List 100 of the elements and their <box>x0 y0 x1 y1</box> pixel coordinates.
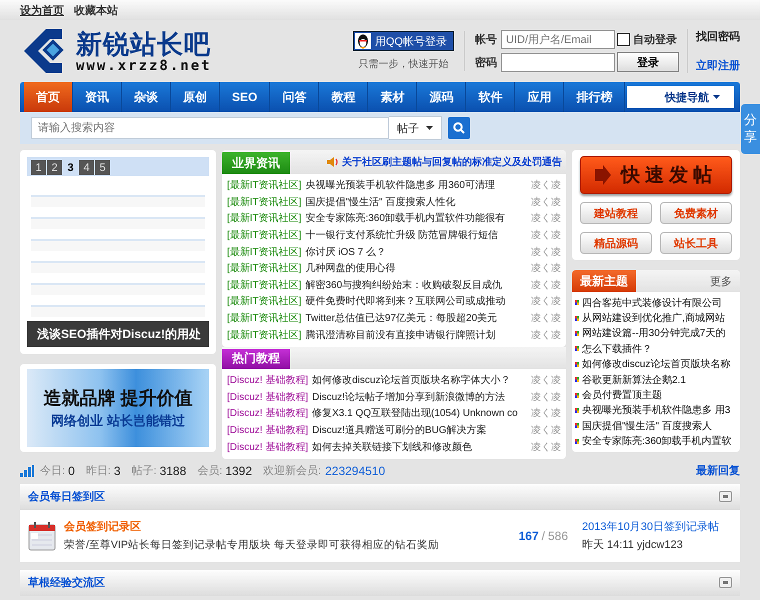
latest-topic-link[interactable]: 会员付费置顶主题 <box>582 388 662 402</box>
tutorial-title-link[interactable]: 修复X3.1 QQ互联登陆出现(1054) Unknown co <box>312 406 518 420</box>
news-title-link[interactable]: 安全专家陈亮:360卸载手机内置软件功能很有 <box>305 211 505 226</box>
latest-topic-link[interactable]: 四合客苑中式装修设计有限公司 <box>582 296 722 310</box>
new-member-link[interactable]: 223294510 <box>325 464 386 478</box>
news-time: 凌く凌 <box>530 178 561 192</box>
latest-topic-link[interactable]: 国庆提倡"慢生活" 百度搜索人 <box>582 418 712 433</box>
news-category-link[interactable]: [最新IT资讯社区] <box>227 328 302 342</box>
news-category-link[interactable]: [最新IT资讯社区] <box>227 211 302 226</box>
tutorial-time: 凌く凌 <box>530 374 561 388</box>
tutorial-title-link[interactable]: 如何修改discuz论坛首页版块名称字体大小？ <box>312 373 510 388</box>
tutorial-category-link[interactable]: [Discuz! 基础教程] <box>227 423 308 438</box>
bullet-icon <box>575 300 579 306</box>
news-time: 凌く凌 <box>530 212 561 226</box>
caret-icon <box>713 95 720 99</box>
news-title-link[interactable]: 几种网盘的使用心得 <box>305 261 396 276</box>
search-button[interactable] <box>448 117 470 139</box>
bullet-icon <box>575 408 579 413</box>
register-link[interactable]: 立即注册 <box>696 58 740 73</box>
latest-topic-link[interactable]: 怎么下载插件？ <box>582 342 652 356</box>
section-title-link[interactable]: 会员每日签到区 <box>28 489 105 504</box>
announcement-link[interactable]: 关于社区刷主题帖与回复帖的标准定义及处罚通告 <box>326 155 562 169</box>
section-title-link[interactable]: 草根经验交流区 <box>28 575 105 590</box>
tutorial-title-link[interactable]: 如何去掉关联链接下划线和修改颜色 <box>312 440 472 454</box>
latest-topic-link[interactable]: 如何修改discuz论坛首页版块名称 <box>582 357 730 372</box>
news-category-link[interactable]: [最新IT资讯社区] <box>227 178 302 192</box>
stat-label: 帖子: <box>132 464 157 478</box>
username-label: 帐号 <box>475 32 497 47</box>
news-category-link[interactable]: [最新IT资讯社区] <box>227 294 302 308</box>
board-name-link[interactable]: 会员签到记录区 <box>64 519 439 534</box>
tutorial-title-link[interactable]: Discuz!论坛帖子增加分享到新浪微博的方法 <box>312 390 505 404</box>
news-category-link[interactable]: [最新IT资讯社区] <box>227 194 302 209</box>
quick-link-button[interactable]: 精品源码 <box>580 232 652 254</box>
slide-page-tab[interactable]: 5 <box>95 160 110 175</box>
collapse-toggle[interactable] <box>719 577 732 588</box>
news-time: 凌く凌 <box>530 312 561 326</box>
latest-topic-link[interactable]: 谷歌更新新算法企鹅2.1 <box>582 372 686 387</box>
stat-label: 欢迎新会员: <box>263 464 322 478</box>
slide-page-tab[interactable]: 4 <box>79 160 94 175</box>
auto-login-label: 自动登录 <box>633 32 677 47</box>
nav-tab[interactable]: 首页 <box>24 82 73 112</box>
slide-page-tab[interactable]: 1 <box>31 160 46 175</box>
bullet-icon <box>575 377 579 382</box>
quick-nav-button[interactable]: 快捷导航 <box>627 86 734 108</box>
latest-topic-link[interactable]: 安全专家陈亮:360卸载手机内置软 <box>582 434 732 448</box>
news-category-link[interactable]: [最新IT资讯社区] <box>227 228 302 242</box>
search-icon <box>453 122 465 134</box>
news-title-link[interactable]: 十一银行支付系统忙升级 防范冒牌银行短信 <box>305 228 498 242</box>
tutorials-tab[interactable]: 热门教程 <box>222 348 290 369</box>
quick-link-button[interactable]: 免费素材 <box>660 202 732 224</box>
news-title-link[interactable]: 你讨厌 iOS 7 么？ <box>305 244 386 259</box>
penguin-icon <box>354 33 371 49</box>
latest-topic-link[interactable]: 网站建设篇--用30分钟完成7天的 <box>582 326 726 340</box>
news-time: 凌く凌 <box>530 262 561 276</box>
quick-link-button[interactable]: 站长工具 <box>660 232 732 254</box>
news-title-link[interactable]: 解密360与搜狗纠纷始末：收购破裂反目成仇 <box>305 278 502 292</box>
latest-topic-link[interactable]: 央视曝光预装手机软件隐患多 用3 <box>582 403 730 418</box>
forgot-password-link[interactable]: 找回密码 <box>696 29 740 44</box>
more-link[interactable]: 更多 <box>710 274 732 288</box>
latest-replies-link[interactable]: 最新回复 <box>696 463 740 478</box>
tutorial-category-link[interactable]: [Discuz! 基础教程] <box>227 373 308 388</box>
share-tab[interactable]: 分享 <box>741 104 760 154</box>
caret-icon <box>426 126 433 130</box>
top-link[interactable]: 设为首页 <box>20 2 64 18</box>
collapse-icon <box>723 581 728 584</box>
news-category-link[interactable]: [最新IT资讯社区] <box>227 244 302 259</box>
search-field[interactable]: 请输入搜索内容 <box>31 117 389 139</box>
news-title-link[interactable]: Twitter总估值已达97亿美元：每股超20美元 <box>305 311 498 326</box>
top-link[interactable]: 收藏本站 <box>74 2 118 18</box>
collapse-toggle[interactable] <box>719 491 732 502</box>
qq-login-button[interactable]: 用QQ帐号登录 <box>352 31 454 51</box>
news-title-link[interactable]: 腾讯澄清称目前没有直接申请银行牌照计划 <box>305 328 496 342</box>
news-category-link[interactable]: [最新IT资讯社区] <box>227 278 302 292</box>
board-counts: 167 / 586 <box>518 528 568 543</box>
news-time: 凌く凌 <box>530 196 561 209</box>
news-category-link[interactable]: [最新IT资讯社区] <box>227 311 302 326</box>
tutorial-category-link[interactable]: [Discuz! 基础教程] <box>227 406 308 420</box>
news-title-link[interactable]: 国庆提倡"慢生活" 百度搜索人性化 <box>305 194 456 209</box>
login-button[interactable]: 登录 <box>617 52 679 72</box>
slide-page-tab[interactable]: 3 <box>63 160 78 175</box>
last-post-link[interactable]: 2013年10月30日签到记录帖 <box>582 519 732 534</box>
quick-link-button[interactable]: 建站教程 <box>580 202 652 224</box>
tutorial-title-link[interactable]: Discuz!道具赠送可刷分的BUG解决方案 <box>312 423 487 438</box>
tutorial-category-link[interactable]: [Discuz! 基础教程] <box>227 390 308 404</box>
search-scope-dropdown[interactable]: 帖子 <box>389 116 442 140</box>
tutorial-category-link[interactable]: [Discuz! 基础教程] <box>227 440 308 454</box>
tutorial-time: 凌く凌 <box>530 406 561 420</box>
qq-login-hint: 只需一步，快速开始 <box>358 58 448 71</box>
auto-login-checkbox[interactable] <box>617 33 630 46</box>
news-tab[interactable]: 业界资讯 <box>222 152 290 174</box>
quick-post-button[interactable]: 快速发帖 <box>580 156 732 194</box>
news-category-link[interactable]: [最新IT资讯社区] <box>227 261 302 276</box>
tutorial-time: 凌く凌 <box>530 440 561 454</box>
news-title-link[interactable]: 央视曝光预装手机软件隐患多 用360可清理 <box>305 178 495 192</box>
password-label: 密码 <box>475 56 497 70</box>
latest-topic-link[interactable]: 从网站建设到优化推广,商城网站 <box>582 311 725 326</box>
username-field[interactable]: UID/用户名/Email <box>501 30 615 49</box>
password-field[interactable] <box>501 52 615 72</box>
news-title-link[interactable]: 硬件免费时代即将到来？互联网公司或成推动 <box>305 294 506 308</box>
slide-page-tab[interactable]: 2 <box>47 160 62 175</box>
